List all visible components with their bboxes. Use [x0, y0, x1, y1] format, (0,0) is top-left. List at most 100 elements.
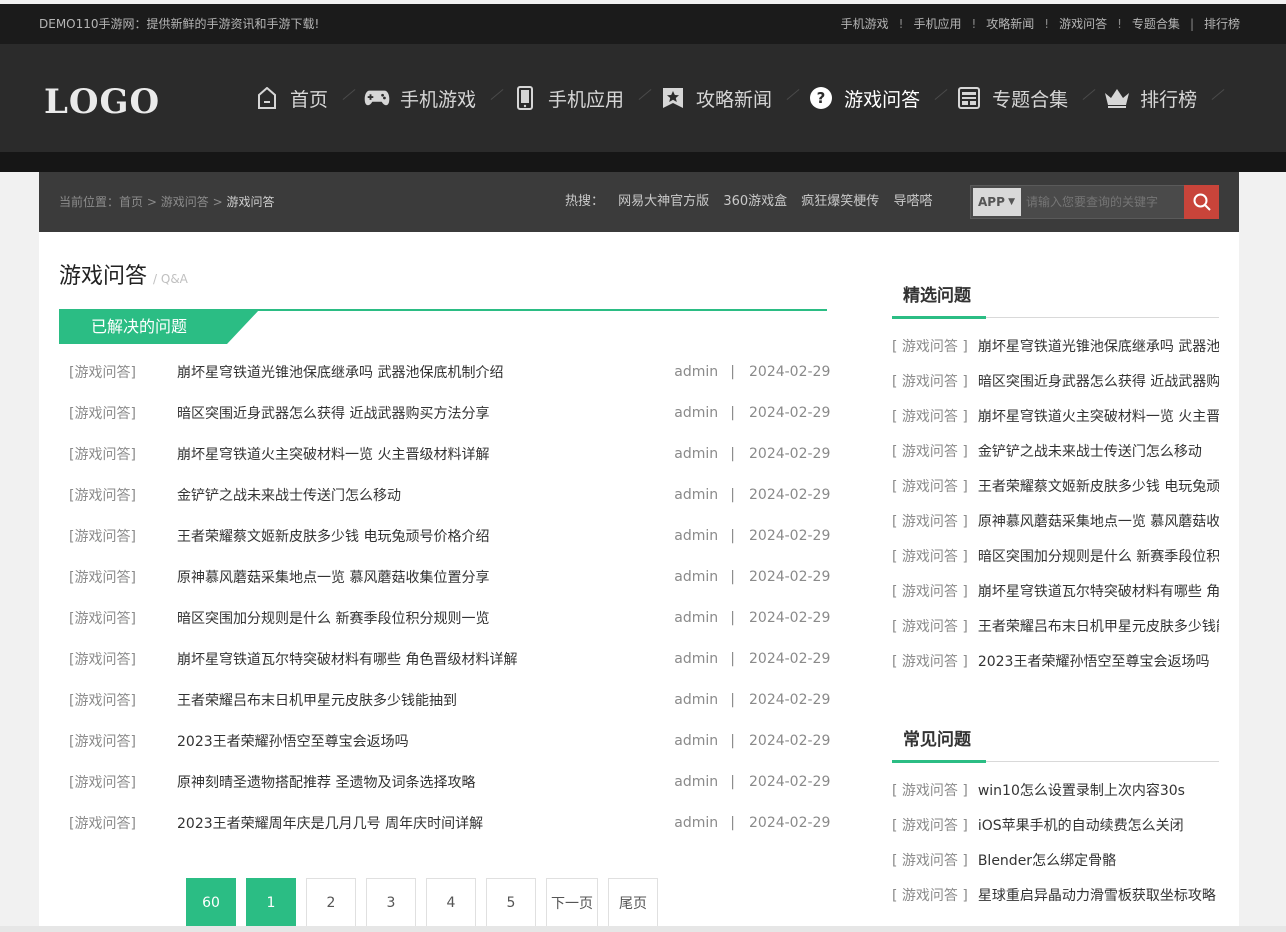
horizontal-scrollbar[interactable]	[0, 926, 1286, 932]
question-category[interactable]: [游戏问答]	[59, 813, 177, 833]
breadcrumb-home[interactable]: 首页	[119, 195, 143, 209]
question-row[interactable]: [游戏问答] 崩坏星穹铁道火主突破材料一览 火主晋级材料详解 admin | 2024-…	[59, 433, 830, 474]
toplink-news[interactable]: 攻略新闻	[986, 17, 1034, 31]
hot-keyword[interactable]: 导嗒嗒	[893, 194, 932, 209]
page-button[interactable]: 尾页	[608, 878, 658, 928]
question-category[interactable]: [游戏问答]	[59, 649, 177, 669]
search-input[interactable]	[1026, 186, 1186, 218]
page-button[interactable]: 下一页	[546, 878, 598, 928]
question-category[interactable]: [游戏问答]	[59, 772, 177, 792]
question-row[interactable]: [游戏问答] 崩坏星穹铁道瓦尔特突破材料有哪些 角色晋级材料详解 admin | 202…	[59, 638, 830, 679]
sidebar-question-item[interactable]: [ 游戏问答 ] 崩坏星穹铁道瓦尔特突破材料有哪些 角色晋级材料详解	[892, 573, 1219, 608]
toplink-mobile-apps[interactable]: 手机应用	[913, 17, 961, 31]
sidebar-item-title[interactable]: Blender怎么绑定骨骼	[978, 850, 1116, 870]
toplink-qa[interactable]: 游戏问答	[1059, 17, 1107, 31]
sidebar-item-category[interactable]: [ 游戏问答 ]	[892, 780, 968, 800]
sidebar-item-category[interactable]: [ 游戏问答 ]	[892, 336, 968, 356]
question-row[interactable]: [游戏问答] 2023王者荣耀周年庆是几月几号 周年庆时间详解 admin | 2024…	[59, 802, 830, 843]
sidebar-item-title[interactable]: 王者荣耀吕布末日机甲星元皮肤多少钱能抽到	[978, 616, 1219, 636]
question-row[interactable]: [游戏问答] 原神慕风蘑菇采集地点一览 慕风蘑菇收集位置分享 admin | 2024-…	[59, 556, 830, 597]
question-row[interactable]: [游戏问答] 金铲铲之战未来战士传送门怎么移动 admin | 2024-02-29	[59, 474, 830, 515]
question-category[interactable]: [游戏问答]	[59, 608, 177, 628]
sidebar-item-category[interactable]: [ 游戏问答 ]	[892, 406, 968, 426]
question-title[interactable]: 2023王者荣耀孙悟空至尊宝会返场吗	[177, 731, 674, 751]
question-row[interactable]: [游戏问答] 王者荣耀蔡文姬新皮肤多少钱 电玩兔顽号价格介绍 admin | 2024-…	[59, 515, 830, 556]
nav-mobile-games[interactable]: 手机游戏	[360, 44, 480, 152]
sidebar-item-title[interactable]: 暗区突围加分规则是什么 新赛季段位积分规则一览	[978, 546, 1219, 566]
nav-news[interactable]: 攻略新闻	[656, 44, 776, 152]
question-row[interactable]: [游戏问答] 暗区突围加分规则是什么 新赛季段位积分规则一览 admin | 2024-…	[59, 597, 830, 638]
sidebar-question-item[interactable]: [ 游戏问答 ] 金铲铲之战未来战士传送门怎么移动	[892, 433, 1219, 468]
question-row[interactable]: [游戏问答] 原神刻晴圣遗物搭配推荐 圣遗物及词条选择攻略 admin | 2024-0…	[59, 761, 830, 802]
toplink-rankings[interactable]: 排行榜	[1204, 17, 1240, 31]
sidebar-question-item[interactable]: [ 游戏问答 ] Blender怎么绑定骨骼	[892, 842, 1219, 877]
nav-mobile-apps[interactable]: 手机应用	[508, 44, 628, 152]
breadcrumb-parent[interactable]: 游戏问答	[161, 195, 209, 209]
question-title[interactable]: 原神慕风蘑菇采集地点一览 慕风蘑菇收集位置分享	[177, 567, 674, 587]
question-category[interactable]: [游戏问答]	[59, 485, 177, 505]
sidebar-question-item[interactable]: [ 游戏问答 ] 原神慕风蘑菇采集地点一览 慕风蘑菇收集位置分享	[892, 503, 1219, 538]
question-title[interactable]: 原神刻晴圣遗物搭配推荐 圣遗物及词条选择攻略	[177, 772, 674, 792]
question-title[interactable]: 金铲铲之战未来战士传送门怎么移动	[177, 485, 674, 505]
sidebar-item-category[interactable]: [ 游戏问答 ]	[892, 815, 968, 835]
sidebar-question-item[interactable]: [ 游戏问答 ] 暗区突围加分规则是什么 新赛季段位积分规则一览	[892, 538, 1219, 573]
sidebar-item-category[interactable]: [ 游戏问答 ]	[892, 441, 968, 461]
nav-game-qa[interactable]: ? 游戏问答	[804, 44, 924, 152]
sidebar-item-category[interactable]: [ 游戏问答 ]	[892, 616, 968, 636]
nav-rankings[interactable]: 排行榜	[1100, 44, 1201, 152]
sidebar-question-item[interactable]: [ 游戏问答 ] 崩坏星穹铁道火主突破材料一览 火主晋级材料详解	[892, 398, 1219, 433]
question-title[interactable]: 2023王者荣耀周年庆是几月几号 周年庆时间详解	[177, 813, 674, 833]
hot-keyword[interactable]: 疯狂爆笑梗传	[801, 194, 879, 209]
question-category[interactable]: [游戏问答]	[59, 567, 177, 587]
sidebar-item-title[interactable]: 王者荣耀蔡文姬新皮肤多少钱 电玩兔顽号价格介绍	[978, 476, 1219, 496]
sidebar-item-title[interactable]: 金铲铲之战未来战士传送门怎么移动	[978, 441, 1202, 461]
sidebar-item-category[interactable]: [ 游戏问答 ]	[892, 581, 968, 601]
question-title[interactable]: 王者荣耀吕布末日机甲星元皮肤多少钱能抽到	[177, 690, 674, 710]
search-button[interactable]	[1184, 185, 1219, 219]
sidebar-question-item[interactable]: [ 游戏问答 ] 崩坏星穹铁道光锥池保底继承吗 武器池保底机制介绍	[892, 328, 1219, 363]
question-row[interactable]: [游戏问答] 崩坏星穹铁道光锥池保底继承吗 武器池保底机制介绍 admin | 2024…	[59, 351, 830, 392]
question-category[interactable]: [游戏问答]	[59, 526, 177, 546]
sidebar-item-title[interactable]: 原神慕风蘑菇采集地点一览 慕风蘑菇收集位置分享	[978, 511, 1219, 531]
sidebar-question-item[interactable]: [ 游戏问答 ] 暗区突围近身武器怎么获得 近战武器购买方法分享	[892, 363, 1219, 398]
nav-home[interactable]: 首页	[250, 44, 332, 152]
question-category[interactable]: [游戏问答]	[59, 362, 177, 382]
sidebar-item-category[interactable]: [ 游戏问答 ]	[892, 850, 968, 870]
sidebar-item-category[interactable]: [ 游戏问答 ]	[892, 476, 968, 496]
sidebar-item-title[interactable]: iOS苹果手机的自动续费怎么关闭	[978, 815, 1184, 835]
question-title[interactable]: 暗区突围近身武器怎么获得 近战武器购买方法分享	[177, 403, 674, 423]
question-category[interactable]: [游戏问答]	[59, 690, 177, 710]
question-row[interactable]: [游戏问答] 2023王者荣耀孙悟空至尊宝会返场吗 admin | 2024-02-29	[59, 720, 830, 761]
site-logo[interactable]: LOGO	[44, 82, 160, 122]
page-button[interactable]: 4	[426, 878, 476, 928]
question-category[interactable]: [游戏问答]	[59, 403, 177, 423]
page-button[interactable]: 5	[486, 878, 536, 928]
question-category[interactable]: [游戏问答]	[59, 731, 177, 751]
sidebar-item-title[interactable]: 崩坏星穹铁道火主突破材料一览 火主晋级材料详解	[978, 406, 1219, 426]
sidebar-item-category[interactable]: [ 游戏问答 ]	[892, 511, 968, 531]
question-category[interactable]: [游戏问答]	[59, 444, 177, 464]
hot-keyword[interactable]: 360游戏盒	[723, 194, 787, 209]
question-title[interactable]: 崩坏星穹铁道火主突破材料一览 火主晋级材料详解	[177, 444, 674, 464]
toplink-mobile-games[interactable]: 手机游戏	[841, 17, 889, 31]
sidebar-question-item[interactable]: [ 游戏问答 ] iOS苹果手机的自动续费怎么关闭	[892, 807, 1219, 842]
sidebar-question-item[interactable]: [ 游戏问答 ] 2023王者荣耀孙悟空至尊宝会返场吗	[892, 643, 1219, 678]
sidebar-question-item[interactable]: [ 游戏问答 ] 王者荣耀吕布末日机甲星元皮肤多少钱能抽到	[892, 608, 1219, 643]
toplink-topics[interactable]: 专题合集	[1132, 17, 1180, 31]
sidebar-item-title[interactable]: 崩坏星穹铁道光锥池保底继承吗 武器池保底机制介绍	[978, 336, 1219, 356]
sidebar-item-title[interactable]: 2023王者荣耀孙悟空至尊宝会返场吗	[978, 651, 1210, 671]
question-title[interactable]: 暗区突围加分规则是什么 新赛季段位积分规则一览	[177, 608, 674, 628]
sidebar-question-item[interactable]: [ 游戏问答 ] 星球重启异晶动力滑雪板获取坐标攻略	[892, 877, 1219, 912]
sidebar-item-title[interactable]: 暗区突围近身武器怎么获得 近战武器购买方法分享	[978, 371, 1219, 391]
sidebar-item-category[interactable]: [ 游戏问答 ]	[892, 546, 968, 566]
question-row[interactable]: [游戏问答] 暗区突围近身武器怎么获得 近战武器购买方法分享 admin | 2024-…	[59, 392, 830, 433]
page-button[interactable]: 1	[246, 878, 296, 928]
sidebar-item-title[interactable]: win10怎么设置录制上次内容30s	[978, 780, 1185, 800]
page-button[interactable]: 60	[186, 878, 236, 928]
search-type-select[interactable]: APP ▼	[973, 188, 1021, 216]
question-title[interactable]: 崩坏星穹铁道瓦尔特突破材料有哪些 角色晋级材料详解	[177, 649, 674, 669]
hot-keyword[interactable]: 网易大神官方版	[618, 194, 709, 209]
question-title[interactable]: 崩坏星穹铁道光锥池保底继承吗 武器池保底机制介绍	[177, 362, 674, 382]
sidebar-item-title[interactable]: 崩坏星穹铁道瓦尔特突破材料有哪些 角色晋级材料详解	[978, 581, 1219, 601]
page-button[interactable]: 3	[366, 878, 416, 928]
